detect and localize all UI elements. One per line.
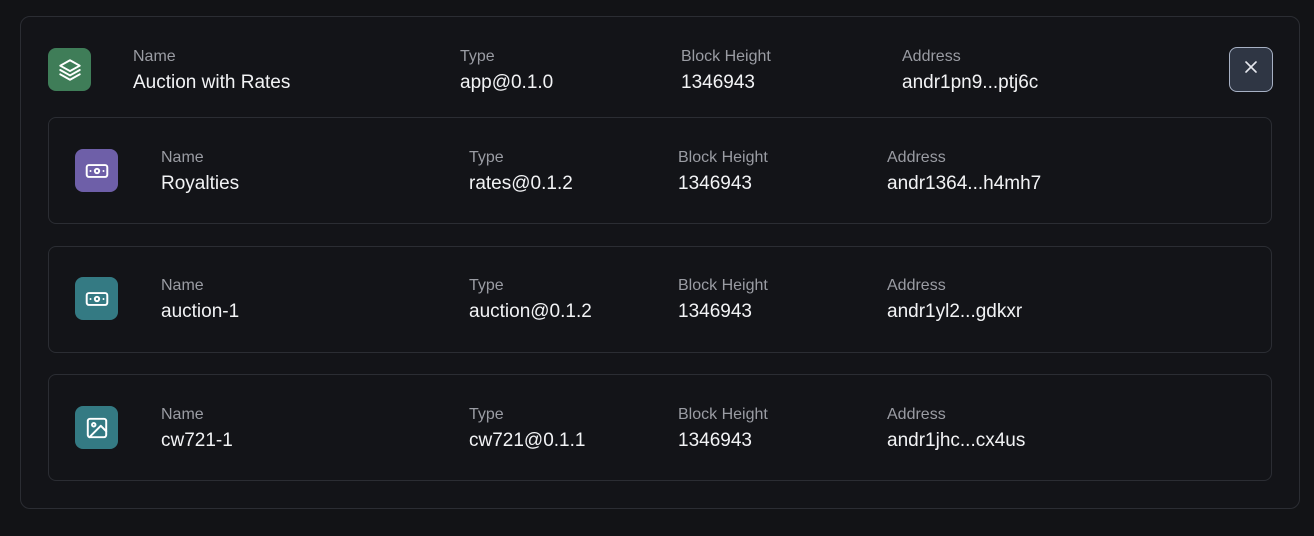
component-icon-box bbox=[75, 406, 118, 449]
component-block-height: 1346943 bbox=[678, 301, 752, 322]
component-type-field: Type auction@0.1.2 bbox=[469, 276, 592, 324]
component-address[interactable]: andr1yl2...gdkxr bbox=[887, 300, 1022, 324]
app-block-height: 1346943 bbox=[681, 72, 755, 93]
app-name-label: Name bbox=[133, 48, 176, 65]
app-type: app@0.1.0 bbox=[460, 72, 554, 93]
close-icon bbox=[1244, 60, 1258, 79]
component-name-label: Name bbox=[161, 149, 204, 166]
component-block-height-field: Block Height 1346943 bbox=[678, 405, 768, 453]
component-card[interactable]: Name auction-1 Type auction@0.1.2 Block … bbox=[48, 246, 1272, 353]
component-icon-box bbox=[75, 149, 118, 192]
component-address-label: Address bbox=[887, 406, 946, 423]
component-type: auction@0.1.2 bbox=[469, 301, 592, 322]
component-type: rates@0.1.2 bbox=[469, 173, 573, 194]
app-address-field: Address andr1pn9...ptj6c bbox=[902, 47, 1038, 95]
component-address-label: Address bbox=[887, 277, 946, 294]
component-block-height: 1346943 bbox=[678, 173, 752, 194]
component-type: cw721@0.1.1 bbox=[469, 430, 586, 451]
component-name-label: Name bbox=[161, 277, 204, 294]
component-address[interactable]: andr1364...h4mh7 bbox=[887, 172, 1041, 196]
component-name-label: Name bbox=[161, 406, 204, 423]
app-block-height-field: Block Height 1346943 bbox=[681, 47, 771, 95]
component-name: auction-1 bbox=[161, 301, 240, 322]
app-block-height-label: Block Height bbox=[681, 48, 771, 65]
component-card[interactable]: Name Royalties Type rates@0.1.2 Block He… bbox=[48, 117, 1272, 224]
app-icon-box bbox=[48, 48, 91, 91]
component-block-height-field: Block Height 1346943 bbox=[678, 148, 768, 196]
app-detail-panel: Name Auction with Rates Type app@0.1.0 B… bbox=[20, 16, 1300, 509]
banknote-icon bbox=[84, 286, 110, 312]
banknote-icon bbox=[84, 158, 110, 184]
component-name: Royalties bbox=[161, 173, 240, 194]
component-type-field: Type rates@0.1.2 bbox=[469, 148, 573, 196]
component-address-field: Address andr1jhc...cx4us bbox=[887, 405, 1025, 453]
app-address-label: Address bbox=[902, 48, 961, 65]
component-name-field: Name cw721-1 bbox=[161, 405, 233, 453]
component-block-height: 1346943 bbox=[678, 430, 752, 451]
component-type-field: Type cw721@0.1.1 bbox=[469, 405, 585, 453]
component-block-height-field: Block Height 1346943 bbox=[678, 276, 768, 324]
component-card[interactable]: Name cw721-1 Type cw721@0.1.1 Block Heig… bbox=[48, 374, 1272, 481]
app-type-label: Type bbox=[460, 48, 495, 65]
component-block-height-label: Block Height bbox=[678, 277, 768, 294]
component-address-field: Address andr1yl2...gdkxr bbox=[887, 276, 1022, 324]
component-type-label: Type bbox=[469, 149, 504, 166]
app-name: Auction with Rates bbox=[133, 72, 291, 93]
component-name-field: Name auction-1 bbox=[161, 276, 239, 324]
component-icon-box bbox=[75, 277, 118, 320]
component-address-label: Address bbox=[887, 149, 946, 166]
image-icon bbox=[84, 415, 110, 441]
app-type-field: Type app@0.1.0 bbox=[460, 47, 553, 95]
component-type-label: Type bbox=[469, 277, 504, 294]
app-row: Name Auction with Rates Type app@0.1.0 B… bbox=[21, 17, 1299, 117]
layers-icon bbox=[57, 57, 83, 83]
app-address[interactable]: andr1pn9...ptj6c bbox=[902, 71, 1038, 95]
component-type-label: Type bbox=[469, 406, 504, 423]
component-block-height-label: Block Height bbox=[678, 406, 768, 423]
component-name: cw721-1 bbox=[161, 430, 233, 451]
component-block-height-label: Block Height bbox=[678, 149, 768, 166]
component-address-field: Address andr1364...h4mh7 bbox=[887, 148, 1041, 196]
close-button[interactable] bbox=[1229, 47, 1273, 92]
app-name-field: Name Auction with Rates bbox=[133, 47, 290, 95]
component-address[interactable]: andr1jhc...cx4us bbox=[887, 429, 1025, 453]
component-name-field: Name Royalties bbox=[161, 148, 239, 196]
